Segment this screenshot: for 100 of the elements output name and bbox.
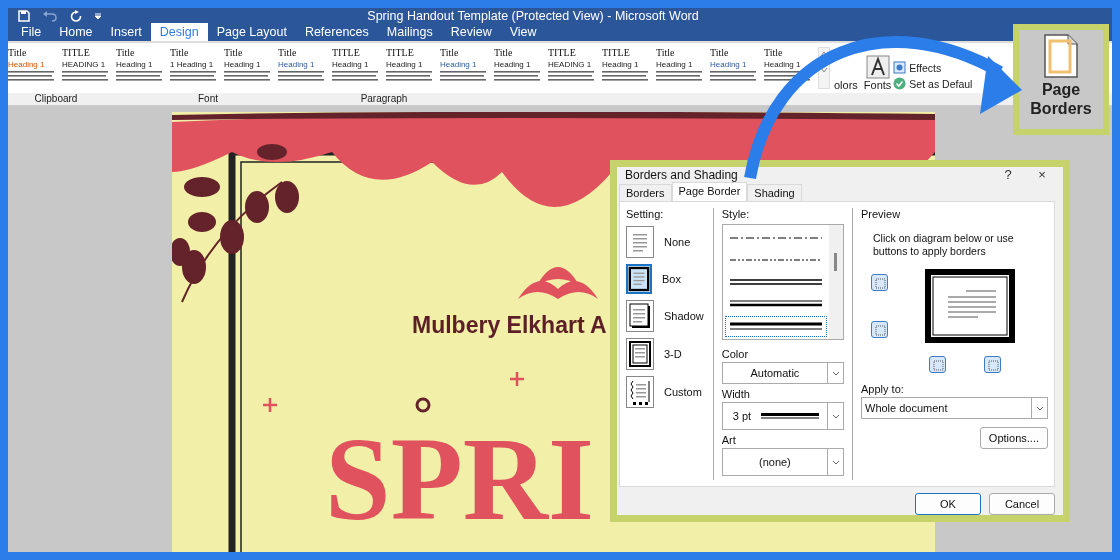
style-title[interactable]: Title: [170, 47, 222, 59]
style-heading: Heading 1: [440, 60, 478, 69]
left-border-button[interactable]: [929, 356, 946, 373]
style-heading: 1 Heading 1: [170, 60, 215, 69]
style-heading: Heading 1: [494, 60, 532, 69]
style-title[interactable]: TITLE: [332, 47, 384, 59]
design-option[interactable]: Effects: [893, 61, 942, 74]
right-border-button[interactable]: [984, 356, 1001, 373]
line-style-icon[interactable]: [727, 321, 824, 331]
style-heading: Heading 1: [224, 60, 262, 69]
color-dropdown[interactable]: Automatic: [721, 362, 844, 384]
ribbon-tab[interactable]: File: [12, 23, 51, 41]
text-preview-lines: [116, 70, 164, 83]
text-preview-lines: [764, 70, 812, 83]
dialog-tab[interactable]: Page Border: [671, 182, 748, 201]
plus-icon: [509, 371, 525, 387]
page-icon: [1044, 34, 1078, 78]
art-dropdown[interactable]: (none): [721, 448, 844, 476]
dialog-tab[interactable]: Shading: [747, 184, 802, 201]
style-heading: Heading 1: [710, 60, 748, 69]
design-button[interactable]: Fonts: [863, 55, 892, 91]
border-right-icon: [985, 357, 1000, 372]
help-button[interactable]: ?: [995, 167, 1021, 182]
setting-option-button[interactable]: [626, 338, 654, 370]
style-heading: Heading 1: [116, 60, 154, 69]
line-style-icon[interactable]: [727, 299, 824, 309]
line-style-list[interactable]: [721, 224, 844, 340]
close-button[interactable]: ×: [1029, 167, 1055, 182]
style-title[interactable]: Title: [278, 47, 330, 59]
ribbon-tab[interactable]: View: [500, 23, 546, 41]
save-icon[interactable]: [18, 9, 30, 22]
undo-icon[interactable]: [42, 9, 58, 22]
style-heading: Heading 1: [8, 60, 46, 69]
style-title[interactable]: TITLE: [602, 47, 654, 59]
top-border-button[interactable]: [871, 274, 888, 291]
setting-label: Custom: [664, 386, 702, 398]
plus-icon: [262, 397, 278, 413]
text-preview-lines: [224, 70, 272, 83]
line-sample-icon: [761, 413, 820, 419]
ribbon-tab[interactable]: References: [295, 23, 378, 41]
style-heading: Heading 1: [332, 60, 370, 69]
caret-icon: [1035, 405, 1044, 411]
text-preview-lines: [170, 70, 218, 83]
style-heading: Heading 1: [386, 60, 424, 69]
style-title[interactable]: TITLE: [386, 47, 438, 59]
check-icon: [893, 77, 907, 90]
style-heading: HEADING 1: [548, 60, 593, 69]
border-bottom-icon: [872, 322, 887, 337]
customize-toolbar-icon[interactable]: [94, 11, 102, 20]
design-option[interactable]: Set as Defaul: [893, 77, 973, 90]
style-title[interactable]: Title: [494, 47, 546, 59]
text-preview-lines: [440, 70, 488, 83]
width-dropdown[interactable]: 3 pt: [721, 402, 844, 430]
text-preview-lines: [278, 70, 326, 83]
ribbon-tab[interactable]: Review: [441, 23, 501, 41]
ribbon-tab[interactable]: Page Layout: [207, 23, 296, 41]
redo-icon[interactable]: [70, 9, 82, 22]
ribbon-tab[interactable]: Insert: [101, 23, 151, 41]
group-label: Paragraph: [360, 93, 408, 105]
ribbon-tab[interactable]: Home: [50, 23, 102, 41]
line-style-icon[interactable]: [727, 277, 824, 287]
style-title[interactable]: TITLE: [62, 47, 114, 59]
setting-option-button[interactable]: [626, 300, 654, 332]
effects-icon: [893, 61, 907, 74]
preview-hint: Click on diagram below or use buttons to apply borders: [872, 231, 1015, 258]
style-label: Style:: [721, 208, 751, 220]
options-button[interactable]: Options....: [979, 427, 1048, 449]
style-title[interactable]: TITLE: [548, 47, 600, 59]
cancel-button[interactable]: Cancel: [989, 493, 1055, 515]
style-title[interactable]: Title: [656, 47, 708, 59]
style-title[interactable]: Title: [440, 47, 492, 59]
style-title[interactable]: Title: [8, 47, 60, 59]
ribbon-tab[interactable]: Mailings: [377, 23, 442, 41]
text-preview-lines: [710, 70, 758, 83]
style-heading: Heading 1: [656, 60, 694, 69]
apply-to-label: Apply to:: [861, 383, 905, 395]
window-title: Spring Handout Template (Protected View) - Microsoft Word: [366, 8, 700, 23]
caret-icon: [831, 413, 840, 419]
ok-button[interactable]: OK: [915, 493, 981, 515]
ribbon-tab[interactable]: Design: [150, 23, 208, 41]
font-letter-icon: [865, 55, 890, 79]
preview-label: Preview: [861, 208, 902, 220]
caret-icon: [831, 370, 840, 376]
dialog-title: Borders and Shading: [625, 167, 739, 182]
style-title[interactable]: Title: [764, 47, 816, 59]
design-button[interactable]: olors: [834, 79, 858, 91]
style-title[interactable]: Title: [116, 47, 168, 59]
setting-option-button[interactable]: [626, 264, 652, 294]
page-borders-button[interactable]: Page Borders: [1019, 80, 1103, 118]
text-preview-lines: [494, 70, 542, 83]
style-heading: Heading 1: [764, 60, 802, 69]
style-heading: HEADING 1: [62, 60, 107, 69]
apply-to-dropdown[interactable]: Whole document: [861, 397, 1048, 419]
style-title[interactable]: Title: [710, 47, 762, 59]
setting-option-button[interactable]: [626, 376, 654, 408]
style-heading: Heading 1: [278, 60, 316, 69]
width-label: Width: [721, 388, 751, 400]
style-title[interactable]: Title: [224, 47, 276, 59]
bottom-border-button[interactable]: [871, 321, 888, 338]
dialog-tab[interactable]: Borders: [619, 184, 672, 201]
